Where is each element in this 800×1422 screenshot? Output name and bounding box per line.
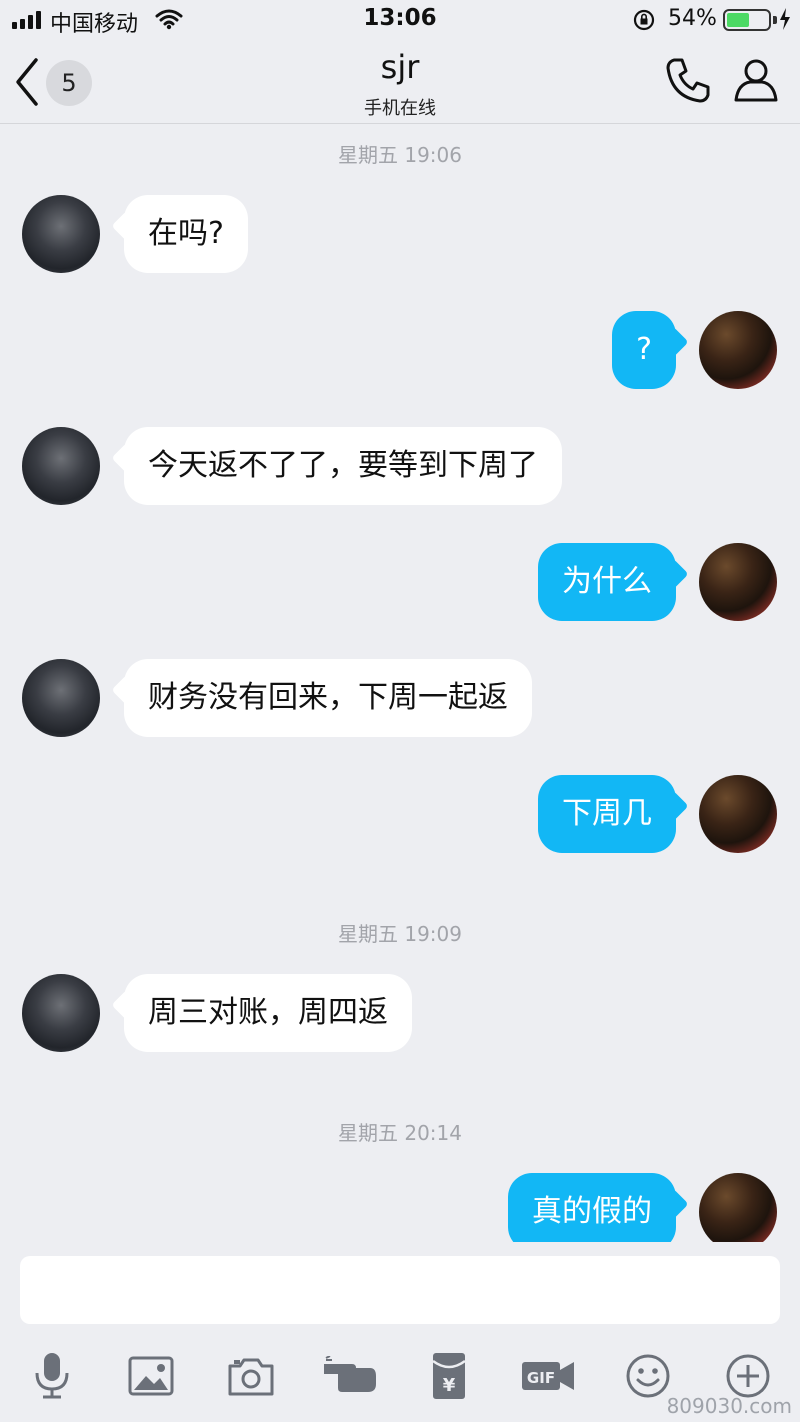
gif-label: GIF [527, 1369, 555, 1387]
timestamp: 星期五 19:06 [338, 143, 462, 167]
my-avatar[interactable] [699, 543, 777, 621]
message-list[interactable]: 星期五 19:06 在吗? ? 今天返不了了，要等到下周了 为什么 财务没有回来… [0, 125, 800, 1242]
message-text: 下周几 [562, 796, 652, 831]
call-button[interactable] [662, 54, 714, 106]
message-bubble-outgoing[interactable]: 真的假的 [508, 1173, 689, 1242]
message-bubble-outgoing[interactable]: 为什么 [538, 543, 689, 621]
message-text: 真的假的 [532, 1194, 652, 1229]
battery-icon [723, 9, 771, 31]
timestamp: 星期五 20:14 [338, 1121, 462, 1145]
red-packet-button[interactable]: ¥ [421, 1348, 477, 1404]
contact-avatar[interactable] [22, 974, 100, 1052]
message-text: ? [636, 332, 652, 367]
message-bubble-incoming[interactable]: 在吗? [111, 195, 248, 273]
message-bubble-outgoing[interactable]: ? [612, 311, 689, 389]
gif-icon: GIF [522, 1362, 574, 1390]
battery-nub [773, 16, 777, 24]
photo-button[interactable] [123, 1348, 179, 1404]
timestamp: 星期五 19:09 [338, 922, 462, 946]
message-bubble-incoming[interactable]: 今天返不了了，要等到下周了 [111, 427, 562, 505]
plus-icon [726, 1354, 770, 1398]
message-bubble-outgoing[interactable]: 下周几 [538, 775, 689, 853]
poke-hand-icon [324, 1356, 376, 1392]
message-input[interactable] [20, 1256, 780, 1324]
camera-icon [228, 1358, 274, 1396]
message-text: 今天返不了了，要等到下周了 [148, 448, 538, 483]
poke-button[interactable] [322, 1348, 378, 1404]
rotation-lock-icon [633, 9, 655, 31]
gif-button[interactable]: GIF [520, 1348, 576, 1404]
nav-bar: 5 sjr 手机在线 [0, 40, 800, 124]
status-bar: 中国移动 13:06 54% [0, 0, 800, 40]
my-avatar[interactable] [699, 1173, 777, 1242]
voice-button[interactable] [24, 1348, 80, 1404]
my-avatar[interactable] [699, 311, 777, 389]
microphone-icon [35, 1353, 69, 1399]
phone-icon [666, 58, 710, 103]
camera-button[interactable] [223, 1348, 279, 1404]
profile-button[interactable] [730, 54, 782, 106]
yuan-symbol: ¥ [443, 1375, 456, 1396]
watermark: 809030.com [666, 1394, 792, 1418]
charging-bolt-icon [780, 8, 790, 30]
my-avatar[interactable] [699, 775, 777, 853]
contact-avatar[interactable] [22, 427, 100, 505]
message-text: 为什么 [562, 564, 652, 599]
image-icon [128, 1356, 174, 1396]
red-packet-icon: ¥ [432, 1353, 466, 1399]
contact-avatar[interactable] [22, 659, 100, 737]
message-text: 周三对账，周四返 [148, 995, 388, 1030]
user-icon [734, 59, 778, 102]
contact-avatar[interactable] [22, 195, 100, 273]
battery-percent: 54% [668, 6, 717, 31]
battery-level [727, 13, 749, 27]
message-text: 在吗? [148, 216, 224, 251]
message-bubble-incoming[interactable]: 财务没有回来，下周一起返 [111, 659, 532, 737]
message-bubble-incoming[interactable]: 周三对账，周四返 [111, 974, 412, 1052]
emoji-icon [626, 1354, 670, 1398]
message-text: 财务没有回来，下周一起返 [148, 680, 508, 715]
